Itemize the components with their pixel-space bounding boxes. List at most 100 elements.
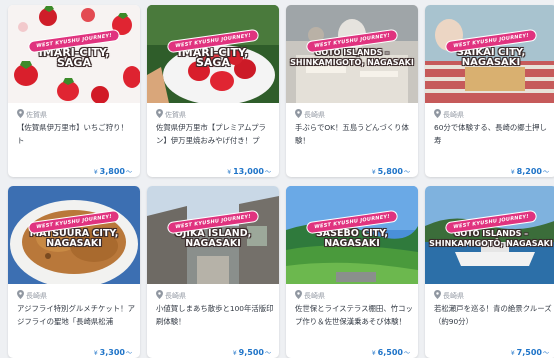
price-suffix: 〜 — [403, 350, 410, 357]
price-value: 13,000 — [233, 167, 264, 176]
tour-title[interactable]: 佐賀県伊万里市【プレミアムプラ ン】伊万里焼おみやげ付き！プレ… — [156, 122, 274, 148]
journey-banner: WEST KYUSHU JOURNEY! SAIKAI CITY, NAGASA… — [428, 27, 554, 68]
price-currency: ¥ — [371, 350, 376, 357]
city-title: SASEBO CITY, NAGASAKI — [289, 229, 415, 249]
city-title: GOTŌ ISLANDS – SHINKAMIGOTŌ, NAGASAKI — [289, 48, 415, 68]
tour-title[interactable]: 若松瀬戸を巡る！青の絶景クルーズ （約90分） — [434, 303, 552, 329]
price-suffix: 〜 — [403, 169, 410, 176]
tour-card[interactable]: WEST KYUSHU JOURNEY! SAIKAI CITY, NAGASA… — [425, 5, 554, 177]
prefecture-label: 佐賀県 — [165, 111, 186, 119]
location-pin-icon — [434, 109, 441, 118]
city-line-2: NAGASAKI — [461, 57, 521, 68]
tour-title[interactable]: 【佐賀県伊万里市】いちご狩り！ト ッピングアイス付き！90分！9種… — [17, 122, 135, 148]
price-suffix: 〜 — [125, 169, 132, 176]
tour-title[interactable]: 小値賀しまあち散歩と100年活版印 刷体験！ — [156, 303, 274, 329]
price-suffix: 〜 — [125, 350, 132, 357]
tour-card-grid: WEST KYUSHU JOURNEY! IMARI-CITY, SAGA 佐賀… — [0, 0, 554, 358]
location-pin-icon — [17, 290, 24, 299]
prefecture: 長崎県 — [434, 109, 464, 119]
prefecture-label: 長崎県 — [165, 292, 186, 300]
tour-card[interactable]: WEST KYUSHU JOURNEY! OJIKA ISLAND, NAGAS… — [147, 186, 279, 358]
journey-banner: WEST KYUSHU JOURNEY! IMARI-CITY, SAGA — [150, 27, 276, 68]
journey-banner: WEST KYUSHU JOURNEY! GOTŌ ISLANDS – SHIN… — [289, 27, 415, 68]
card-photo: WEST KYUSHU JOURNEY! IMARI-CITY, SAGA — [147, 5, 279, 103]
price-suffix: 〜 — [542, 350, 549, 357]
price-currency: ¥ — [232, 350, 237, 357]
city-line-2: NAGASAKI — [324, 238, 380, 249]
card-photo: WEST KYUSHU JOURNEY! SASEBO CITY, NAGASA… — [286, 186, 418, 284]
price: ¥5,800〜 — [371, 163, 410, 176]
price-suffix: 〜 — [264, 169, 271, 176]
price-suffix: 〜 — [264, 350, 271, 357]
city-title: MATSUURA CITY, NAGASAKI — [11, 229, 137, 249]
city-title: OJIKA ISLAND, NAGASAKI — [150, 229, 276, 249]
journey-banner: WEST KYUSHU JOURNEY! IMARI-CITY, SAGA — [11, 27, 137, 68]
price: ¥3,800〜 — [93, 163, 132, 176]
tour-card[interactable]: WEST KYUSHU JOURNEY! GOTŌ ISLANDS – SHIN… — [286, 5, 418, 177]
price-value: 5,800 — [377, 167, 403, 176]
city-line-2: SAGA — [196, 56, 230, 69]
card-photo: WEST KYUSHU JOURNEY! MATSUURA CITY, NAGA… — [8, 186, 140, 284]
prefecture: 長崎県 — [434, 290, 464, 300]
price-currency: ¥ — [510, 169, 515, 176]
tour-card[interactable]: WEST KYUSHU JOURNEY! IMARI-CITY, SAGA 佐賀… — [147, 5, 279, 177]
city-title: IMARI-CITY, SAGA — [150, 47, 276, 69]
price-value: 9,500 — [238, 348, 264, 357]
tour-title[interactable]: 60分で体験する、長崎の郷土押し寿 司ワークショップ！ — [434, 122, 552, 148]
price-currency: ¥ — [93, 350, 98, 357]
tour-card[interactable]: WEST KYUSHU JOURNEY! IMARI-CITY, SAGA 佐賀… — [8, 5, 140, 177]
journey-banner: WEST KYUSHU JOURNEY! OJIKA ISLAND, NAGAS… — [150, 208, 276, 249]
city-line-2: SHINKAMIGOTŌ, NAGASAKI — [290, 58, 414, 67]
prefecture-label: 長崎県 — [26, 292, 47, 300]
price: ¥9,500〜 — [232, 344, 271, 357]
price-suffix: 〜 — [542, 169, 549, 176]
city-title: IMARI-CITY, SAGA — [11, 47, 137, 69]
price: ¥8,200〜 — [510, 163, 549, 176]
prefecture-label: 長崎県 — [304, 111, 325, 119]
price-currency: ¥ — [510, 350, 515, 357]
tour-title[interactable]: 佐世保とライステラス棚田、竹コッ プ作り＆佐世保漢乗あそび体験！ — [295, 303, 413, 329]
price-value: 7,500 — [516, 348, 542, 357]
prefecture: 長崎県 — [17, 290, 47, 300]
price: ¥13,000〜 — [227, 163, 271, 176]
city-line-2: NAGASAKI — [185, 238, 241, 249]
price-value: 3,300 — [99, 348, 125, 357]
city-title: GOTŌ ISLANDS – SHINKAMIGOTŌ, NAGASAKI — [428, 229, 554, 249]
card-photo: WEST KYUSHU JOURNEY! SAIKAI CITY, NAGASA… — [425, 5, 554, 103]
card-photo: WEST KYUSHU JOURNEY! GOTŌ ISLANDS – SHIN… — [425, 186, 554, 284]
card-photo: WEST KYUSHU JOURNEY! OJIKA ISLAND, NAGAS… — [147, 186, 279, 284]
journey-banner: WEST KYUSHU JOURNEY! GOTŌ ISLANDS – SHIN… — [428, 208, 554, 249]
card-photo: WEST KYUSHU JOURNEY! GOTŌ ISLANDS – SHIN… — [286, 5, 418, 103]
tour-card[interactable]: WEST KYUSHU JOURNEY! MATSUURA CITY, NAGA… — [8, 186, 140, 358]
city-title: SAIKAI CITY, NAGASAKI — [428, 48, 554, 68]
journey-banner: WEST KYUSHU JOURNEY! SASEBO CITY, NAGASA… — [289, 208, 415, 249]
tour-card[interactable]: WEST KYUSHU JOURNEY! SASEBO CITY, NAGASA… — [286, 186, 418, 358]
tour-card[interactable]: WEST KYUSHU JOURNEY! GOTŌ ISLANDS – SHIN… — [425, 186, 554, 358]
price-currency: ¥ — [227, 169, 232, 176]
prefecture: 長崎県 — [295, 109, 325, 119]
location-pin-icon — [434, 290, 441, 299]
city-line-2: SAGA — [57, 56, 91, 69]
city-line-2: SHINKAMIGOTŌ, NAGASAKI — [429, 239, 553, 248]
price: ¥6,500〜 — [371, 344, 410, 357]
price-value: 3,800 — [99, 167, 125, 176]
price: ¥3,300〜 — [93, 344, 132, 357]
location-pin-icon — [156, 109, 163, 118]
location-pin-icon — [295, 109, 302, 118]
tour-title[interactable]: 手ぶらでOK！五島うどんづくり体 験！ — [295, 122, 413, 148]
location-pin-icon — [295, 290, 302, 299]
price-currency: ¥ — [93, 169, 98, 176]
prefecture-label: 長崎県 — [443, 292, 464, 300]
price-currency: ¥ — [371, 169, 376, 176]
card-photo: WEST KYUSHU JOURNEY! IMARI-CITY, SAGA — [8, 5, 140, 103]
prefecture: 長崎県 — [156, 290, 186, 300]
prefecture: 長崎県 — [295, 290, 325, 300]
price-value: 8,200 — [516, 167, 542, 176]
tour-title[interactable]: アジフライ特別グルメチケット！ア ジフライの聖地「長崎県松浦市」… — [17, 303, 135, 329]
prefecture: 佐賀県 — [156, 109, 186, 119]
price-value: 6,500 — [377, 348, 403, 357]
location-pin-icon — [17, 109, 24, 118]
prefecture-label: 長崎県 — [443, 111, 464, 119]
prefecture-label: 佐賀県 — [26, 111, 47, 119]
prefecture: 佐賀県 — [17, 109, 47, 119]
